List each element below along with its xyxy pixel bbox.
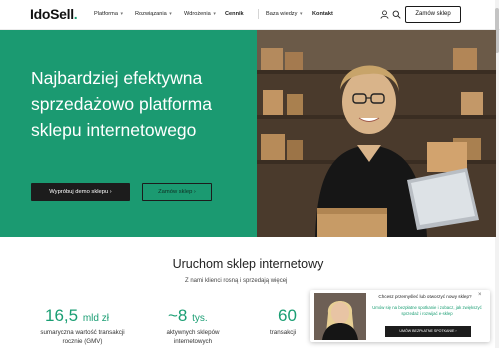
- chevron-down-icon: ▾: [299, 11, 303, 17]
- stat-transactions-value: 60: [278, 306, 297, 325]
- user-icon[interactable]: [380, 10, 389, 19]
- stat-gmv-label: sumaryczna wartość transakcji rocznie (G…: [40, 329, 125, 345]
- nav-kontakt[interactable]: Kontakt: [312, 11, 333, 17]
- book-meeting-button[interactable]: UMÓW BEZPŁATNE SPOTKANIE ›: [385, 326, 471, 337]
- chevron-down-icon: ▾: [213, 11, 216, 17]
- order-store-button[interactable]: Zamów sklep: [405, 6, 461, 23]
- nav-cennik[interactable]: Cennik: [225, 11, 244, 17]
- nav-wdrozenia[interactable]: Wdrożenia ▾: [184, 11, 216, 17]
- hero-photo-woman-warehouse: [257, 30, 496, 237]
- site-header: IdoSell. Platforma ▾ Rozwiązania ▾ Wdroż…: [0, 0, 500, 30]
- section-title: Uruchom sklep internetowy: [172, 257, 324, 271]
- stat-gmv-value: 16,5 mld zł: [45, 306, 109, 325]
- chevron-down-icon: ▾: [169, 11, 172, 17]
- try-demo-button[interactable]: Wypróbuj demo sklepu ›: [31, 183, 130, 201]
- section-subtitle: Z nami klienci rosną i sprzedają więcej: [185, 278, 288, 284]
- consultant-avatar: [314, 293, 366, 340]
- chevron-down-icon: ▾: [120, 11, 124, 17]
- hero-order-button[interactable]: Zamów sklep ›: [142, 183, 212, 201]
- chat-title: Chcesz przemyśleć lub otworzyć nowy skle…: [378, 294, 472, 299]
- nav-divider: [258, 9, 259, 19]
- stat-shops-label: aktywnych sklepów internetowych: [166, 329, 220, 345]
- hero-title: Najbardziej efektywna sprzedażowo platfo…: [31, 68, 212, 140]
- stat-shops-value: ~8 tys.: [168, 306, 208, 325]
- search-icon[interactable]: [392, 10, 401, 19]
- logo[interactable]: IdoSell.: [30, 6, 78, 22]
- nav-platforma[interactable]: Platforma ▾: [94, 11, 123, 17]
- nav-baza-wiedzy[interactable]: Baza wiedzy ▾: [266, 11, 302, 17]
- hero-section: Najbardziej efektywna sprzedażowo platfo…: [0, 30, 496, 237]
- nav-rozwiazania[interactable]: Rozwiązania ▾: [135, 11, 172, 17]
- chat-popup[interactable]: Chcesz przemyśleć lub otworzyć nowy skle…: [310, 290, 490, 342]
- close-icon[interactable]: ×: [478, 292, 482, 298]
- chat-body: Umów się na bezpłatne spotkanie i zobacz…: [372, 305, 482, 316]
